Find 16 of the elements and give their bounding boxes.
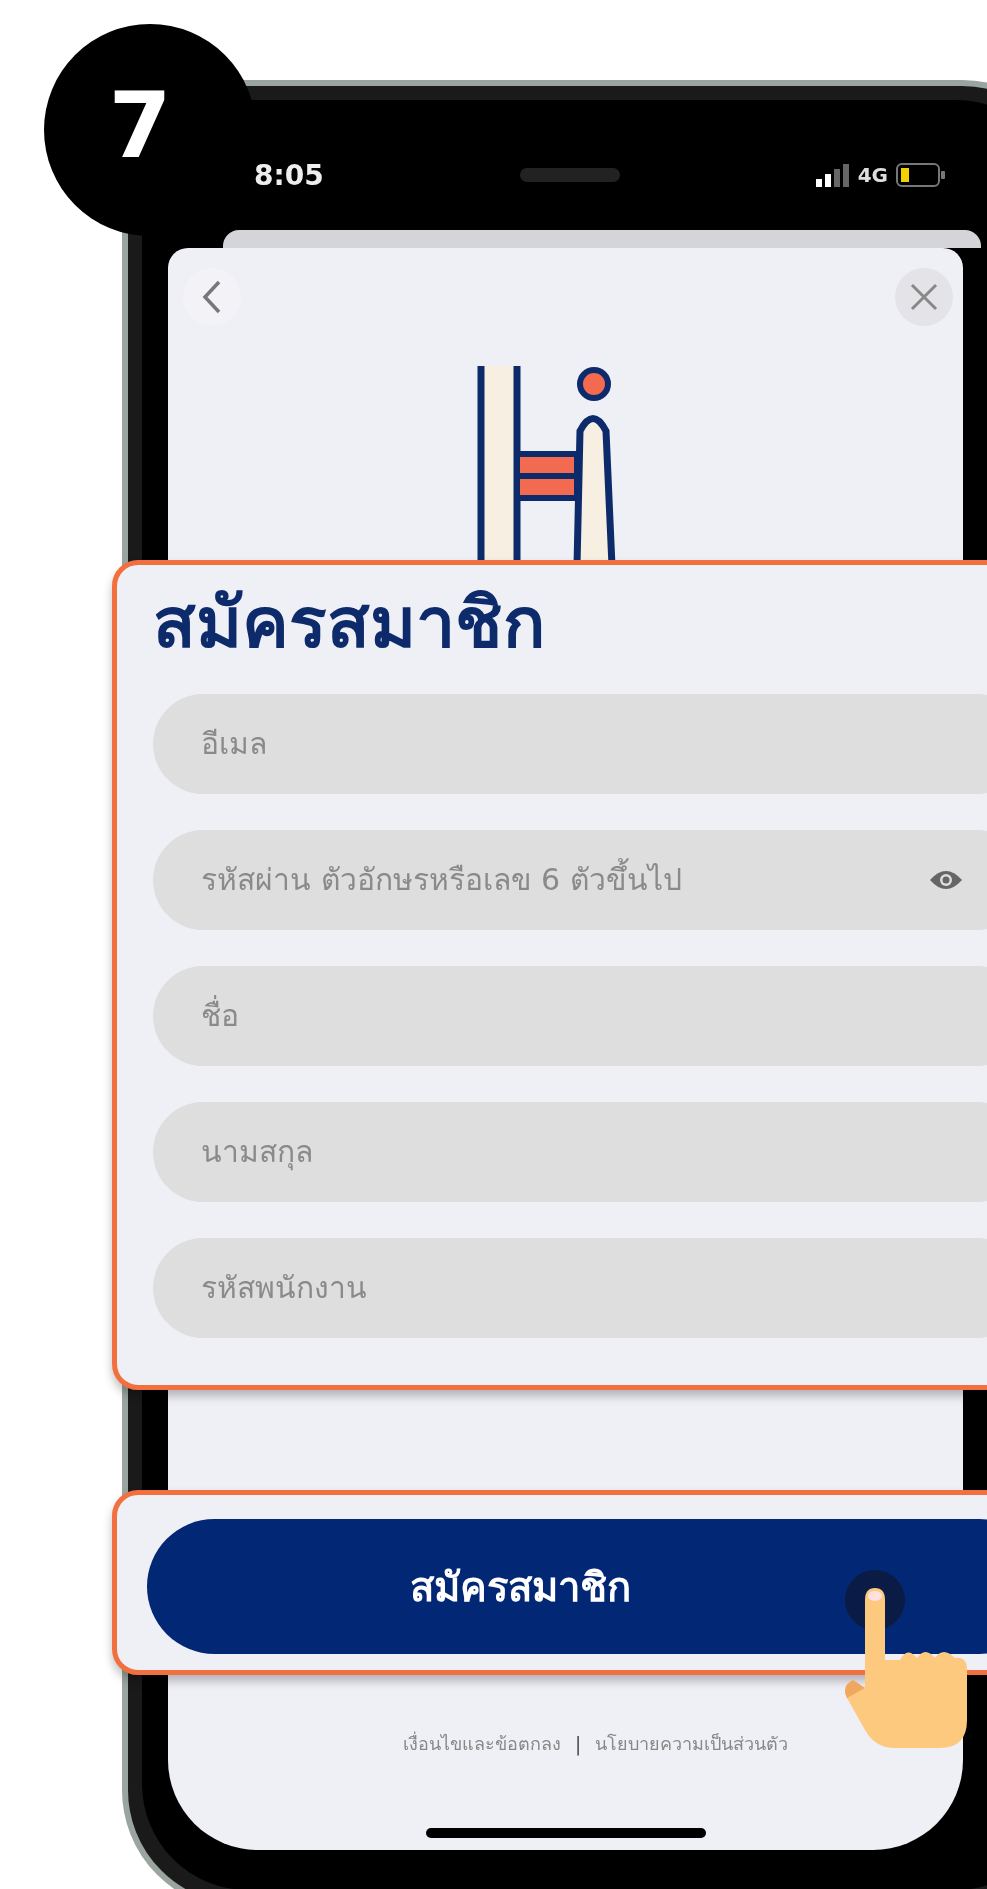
terms-link[interactable]: เงื่อนไขและข้อตกลง xyxy=(402,1729,561,1758)
signal-icon xyxy=(815,163,850,187)
input-field[interactable]: รหัสผ่าน ตัวอักษรหรือเลข 6 ตัวขึ้นไป xyxy=(153,829,987,930)
register-button[interactable]: สมัครสมาชิก xyxy=(147,1519,987,1654)
input-field[interactable]: นามสกุล xyxy=(153,1101,987,1202)
battery-icon xyxy=(896,162,946,188)
page-title: สมัครสมาชิก xyxy=(153,583,546,664)
input-field[interactable]: รหัสพนักงาน xyxy=(153,1237,987,1338)
network-label: 4G xyxy=(857,163,888,187)
input-field[interactable]: ชื่อ xyxy=(153,965,987,1066)
input-field[interactable]: อีเมล xyxy=(153,693,987,794)
chevron-left-icon xyxy=(201,279,223,315)
link-separator: | xyxy=(574,1731,582,1756)
privacy-link[interactable]: นโยบายความเป็นส่วนตัว xyxy=(595,1729,789,1758)
close-icon xyxy=(909,282,939,312)
status-time: 8:05 xyxy=(254,158,324,192)
